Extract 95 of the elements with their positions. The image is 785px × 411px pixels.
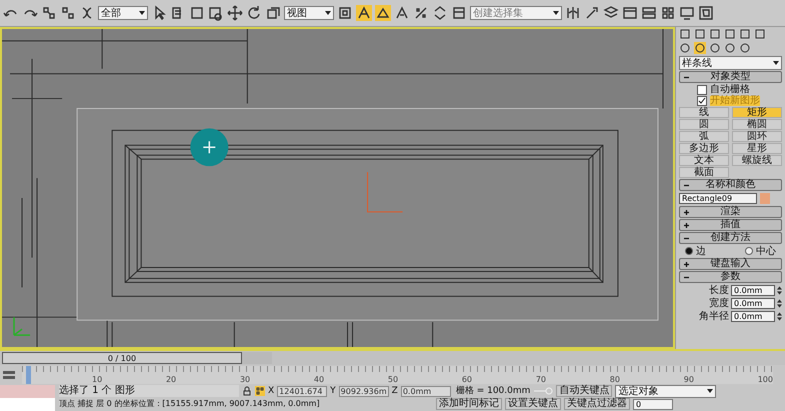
caret-icon bbox=[325, 11, 331, 16]
track-bar-icon[interactable] bbox=[2, 368, 16, 381]
checkbox-label: 开始新图形 bbox=[710, 96, 760, 106]
shape-button[interactable]: 弧 bbox=[679, 131, 729, 142]
frame-number: 70 bbox=[536, 374, 546, 384]
radio-label: 边 bbox=[696, 244, 706, 258]
minus-icon bbox=[684, 274, 689, 280]
spinner-field[interactable]: 0.0mm bbox=[731, 298, 775, 309]
frame-number: 50 bbox=[388, 374, 398, 384]
spinner-field[interactable]: 0.0mm bbox=[731, 284, 775, 296]
caret-icon bbox=[139, 11, 145, 16]
spinner-arrows-icon[interactable] bbox=[777, 312, 782, 321]
axis-label: Y bbox=[330, 386, 336, 396]
mirror-icon[interactable] bbox=[565, 5, 581, 22]
plus-icon bbox=[684, 222, 689, 228]
render-frame-icon[interactable] bbox=[698, 5, 714, 22]
spinner-arrows-icon[interactable] bbox=[777, 286, 782, 295]
shape-button[interactable]: 线 bbox=[679, 107, 729, 118]
radio-button[interactable] bbox=[685, 247, 693, 256]
spinner-field[interactable]: 0.0mm bbox=[731, 310, 775, 322]
color-swatch[interactable] bbox=[760, 193, 770, 204]
shape-button[interactable]: 矩形 bbox=[732, 107, 782, 118]
shape-button[interactable]: 截面 bbox=[679, 167, 729, 178]
coordinate-field[interactable]: 12401.674 bbox=[277, 386, 328, 397]
unlink-icon[interactable] bbox=[60, 5, 76, 22]
minus-icon bbox=[684, 182, 689, 188]
link-icon[interactable] bbox=[41, 5, 57, 22]
caret-icon bbox=[553, 11, 559, 16]
plus-icon bbox=[684, 262, 689, 267]
render-setup-icon[interactable] bbox=[679, 5, 695, 22]
frame-field[interactable]: 0 bbox=[633, 398, 673, 410]
add-time-tag-button[interactable]: 添加时间标记 bbox=[436, 398, 502, 410]
shape-button[interactable]: 螺旋线 bbox=[732, 155, 782, 166]
selection-status: 选择了 1 个 图形 bbox=[59, 385, 239, 398]
rollout-header[interactable]: 渲染 bbox=[679, 206, 782, 218]
checkbox-label: 自动栅格 bbox=[710, 84, 750, 95]
window-select-icon[interactable] bbox=[208, 5, 224, 22]
shape-button[interactable]: 圆环 bbox=[732, 131, 782, 142]
axis-label: X bbox=[268, 386, 274, 396]
rollout-header[interactable]: 对象类型 bbox=[679, 71, 782, 84]
name-field[interactable]: Rectangle09 bbox=[679, 193, 757, 204]
shape-button[interactable]: 多边形 bbox=[679, 143, 729, 154]
rollout-header[interactable]: 插值 bbox=[679, 219, 782, 232]
frame-number: 10 bbox=[92, 374, 102, 384]
plus-icon bbox=[684, 210, 689, 215]
axis-label: Z bbox=[392, 386, 398, 396]
prompt-line: 顶点 捕捉 层 0 的坐标位置：[15155.917mm, 9007.143mm, 0.0mm] bbox=[59, 398, 321, 410]
frame-number: 30 bbox=[240, 374, 250, 384]
shape-button[interactable]: 星形 bbox=[732, 143, 782, 154]
frame-number: 40 bbox=[314, 374, 324, 384]
frame-number: 60 bbox=[462, 374, 472, 384]
move-icon[interactable] bbox=[227, 5, 243, 22]
frame-number: 80 bbox=[610, 374, 620, 384]
time-slider-thumb[interactable]: 0 / 100 bbox=[2, 352, 242, 364]
material-editor-icon[interactable] bbox=[660, 5, 676, 22]
rollout-header[interactable]: 参数 bbox=[679, 271, 782, 284]
timeline-ruler[interactable]: 10 20 30 40 50 60 70 80 90 100 bbox=[22, 366, 773, 384]
key-filters-button[interactable]: 关键点过滤器 bbox=[564, 398, 630, 410]
selection-filter-dropdown[interactable]: 全部 bbox=[98, 6, 148, 20]
radio-label: 中心 bbox=[756, 244, 776, 258]
field-label: 角半径 bbox=[699, 310, 729, 324]
radio-button[interactable] bbox=[745, 247, 753, 256]
pivot-icon[interactable] bbox=[337, 5, 353, 22]
rollout-header[interactable]: 名称和颜色 bbox=[679, 179, 782, 192]
set-key-button[interactable]: 设置关键点 bbox=[505, 398, 561, 410]
field-label: 宽度 bbox=[709, 296, 729, 310]
frame-number: 100 bbox=[758, 374, 773, 384]
scale-icon[interactable] bbox=[265, 5, 281, 22]
minus-icon bbox=[684, 236, 689, 241]
coordinate-field[interactable]: 9092.936m bbox=[338, 386, 389, 397]
rotate-icon[interactable] bbox=[246, 5, 262, 22]
caret-icon bbox=[773, 61, 779, 66]
field-label: 长度 bbox=[709, 284, 729, 298]
reference-coordinate-dropdown[interactable]: 视图 bbox=[284, 6, 334, 20]
rollout-header[interactable]: 创建方法 bbox=[679, 232, 782, 244]
shape-button[interactable]: 椭圆 bbox=[732, 119, 782, 130]
rollout-header[interactable]: 键盘输入 bbox=[679, 258, 782, 270]
spinner-arrows-icon[interactable] bbox=[777, 298, 782, 308]
named-selection-field[interactable]: 创建选择集 bbox=[470, 6, 562, 20]
coordinate-field[interactable]: 0.0mm bbox=[400, 386, 451, 397]
rectangle-select-icon[interactable] bbox=[189, 5, 205, 22]
current-frame-marker bbox=[26, 366, 31, 384]
grid-size-label: 栅格 = 100.0mm bbox=[456, 385, 530, 398]
auto-key-button[interactable]: 自动关键点 bbox=[556, 385, 612, 398]
minus-icon bbox=[684, 74, 689, 80]
frame-number: 20 bbox=[166, 374, 176, 384]
caret-icon bbox=[707, 389, 714, 394]
lock-icon[interactable] bbox=[242, 386, 252, 396]
shape-button[interactable]: 文本 bbox=[679, 155, 729, 166]
shape-button[interactable]: 圆 bbox=[679, 119, 729, 130]
key-mode-dropdown[interactable]: 选定对象 bbox=[615, 384, 716, 398]
category-dropdown[interactable]: 样条线 bbox=[679, 56, 782, 70]
checkbox[interactable] bbox=[697, 96, 707, 106]
checkbox[interactable] bbox=[697, 84, 707, 95]
frame-number: 90 bbox=[684, 374, 694, 384]
